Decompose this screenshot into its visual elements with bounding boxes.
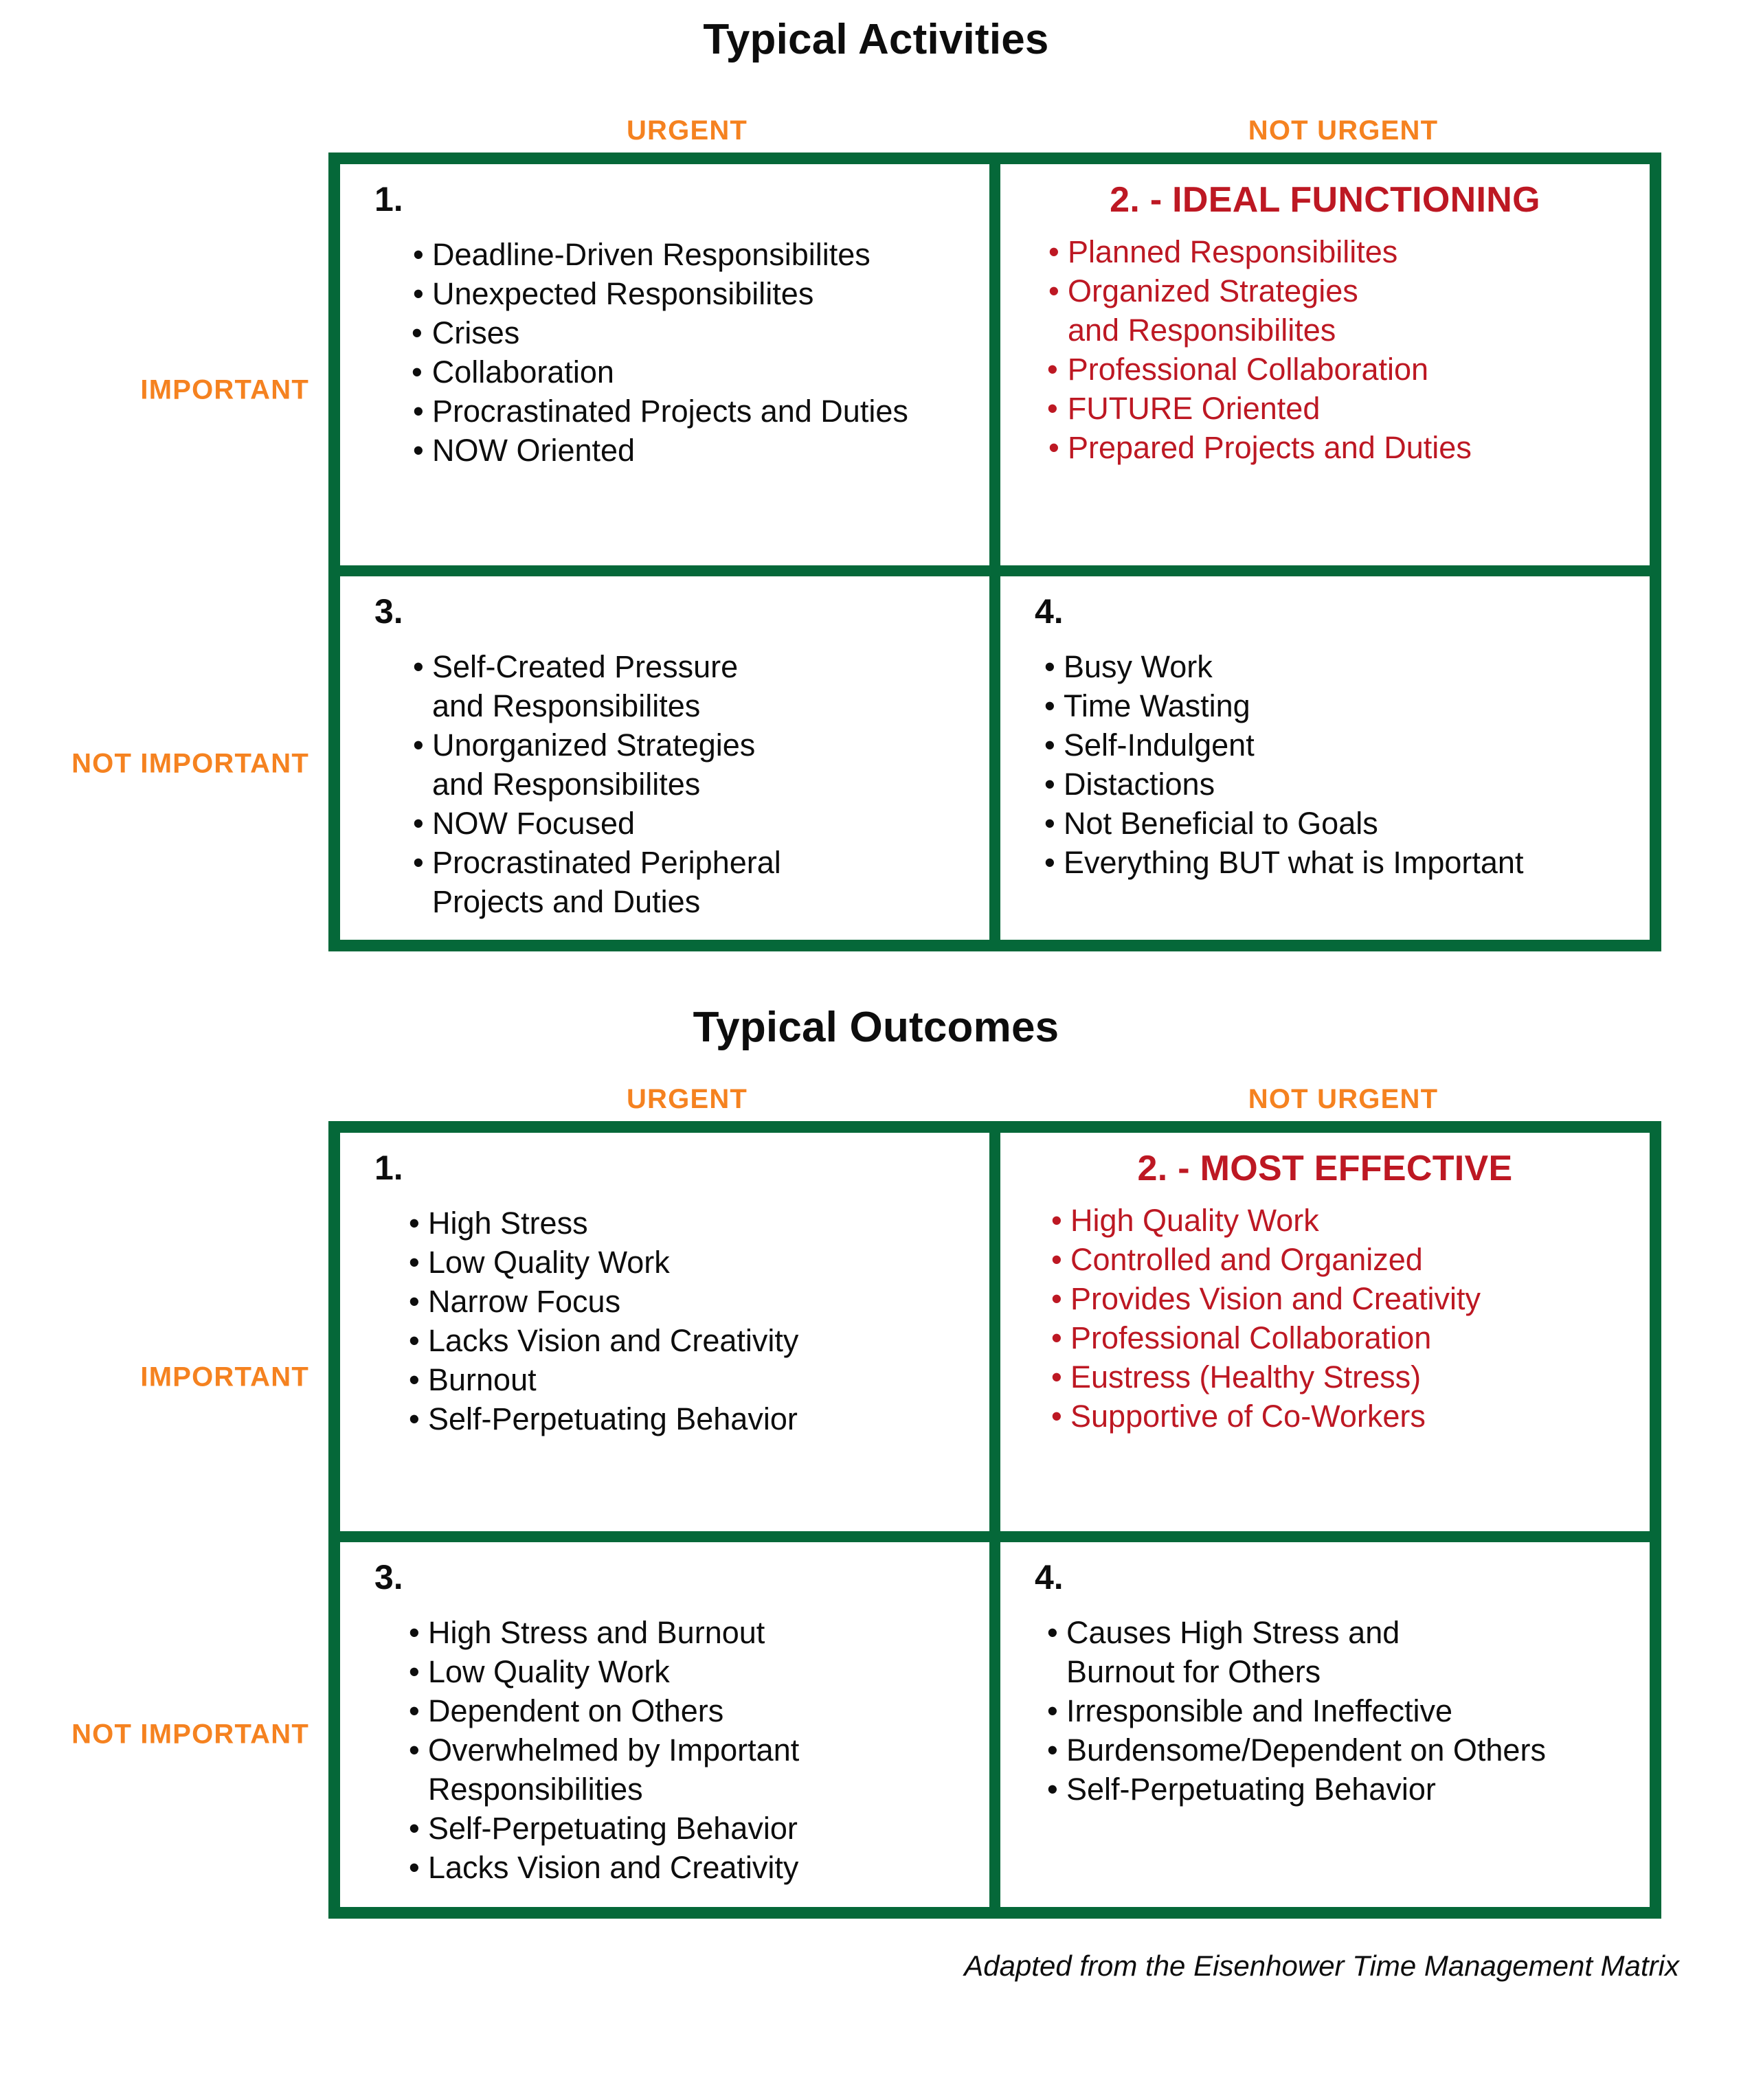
- quadrant-2-outcomes-list: High Quality Work Controlled and Organiz…: [1018, 1201, 1632, 1436]
- bullet-list: Causes High Stress and Burnout for Other…: [1046, 1614, 1632, 1809]
- list-item: Low Quality Work: [407, 1243, 972, 1283]
- list-item: High Stress: [407, 1204, 972, 1243]
- quadrant-1-outcomes-number: 1.: [374, 1149, 403, 1187]
- list-item: Self-Created Pressure and Responsibilite…: [412, 648, 972, 726]
- bullet-list: Self-Created Pressure and Responsibilite…: [412, 648, 972, 921]
- list-item: Low Quality Work: [407, 1653, 972, 1692]
- list-item: Professional Collaboration: [1050, 1319, 1632, 1358]
- list-item: Unexpected Responsibilites: [412, 275, 972, 314]
- column-header-not-urgent-outcomes: NOT URGENT: [1248, 1084, 1439, 1114]
- quadrant-2-activities-list: Planned Responsibilites Organized Strate…: [1018, 233, 1632, 468]
- quadrant-4-activities-number: 4.: [1035, 592, 1064, 631]
- quadrant-4-outcomes-number: 4.: [1035, 1558, 1064, 1596]
- list-item: High Quality Work: [1050, 1201, 1632, 1241]
- list-item-sub: • FUTURE Oriented: [1047, 389, 1632, 429]
- list-item-sub: • Professional Collaboration: [1047, 350, 1632, 389]
- quadrant-2-outcomes: 2. - MOST EFFECTIVE High Quality Work Co…: [995, 1133, 1650, 1537]
- list-item: Busy Work: [1043, 648, 1632, 687]
- list-item: Supportive of Co-Workers: [1050, 1397, 1632, 1436]
- row-header-not-important-activities: NOT IMPORTANT: [71, 748, 309, 779]
- list-item-label: Professional Collaboration: [1067, 351, 1429, 387]
- quadrant-3-outcomes-number: 3.: [374, 1558, 403, 1596]
- bullet-glyph: •: [1047, 390, 1058, 426]
- quadrant-2-outcomes-title: 2. - MOST EFFECTIVE: [1137, 1149, 1513, 1188]
- quadrant-3-activities-number: 3.: [374, 592, 403, 631]
- quadrant-1-activities-number: 1.: [374, 180, 403, 218]
- list-item: Dependent on Others: [407, 1692, 972, 1731]
- list-item: Causes High Stress and Burnout for Other…: [1046, 1614, 1632, 1692]
- quadrant-4-outcomes-list: Causes High Stress and Burnout for Other…: [1018, 1614, 1632, 1809]
- list-item: Not Beneficial to Goals: [1043, 804, 1632, 844]
- list-item: Lacks Vision and Creativity: [407, 1322, 972, 1361]
- column-header-urgent-outcomes: URGENT: [626, 1084, 748, 1114]
- column-header-not-urgent-activities: NOT URGENT: [1248, 115, 1439, 146]
- bullet-glyph: •: [1047, 351, 1058, 387]
- bullet-list: Busy Work Time Wasting Self-Indulgent Di…: [1043, 648, 1632, 883]
- row-header-important-outcomes: IMPORTANT: [140, 1362, 309, 1392]
- list-item: Self-Indulgent: [1043, 726, 1632, 765]
- bullet-glyph: •: [412, 354, 423, 389]
- list-item: Organized Strategies and Responsibilites: [1047, 272, 1632, 350]
- bullet-list: Deadline-Driven Responsibilites Unexpect…: [412, 236, 972, 471]
- list-item: Self-Perpetuating Behavior: [1046, 1770, 1632, 1809]
- list-item: Everything BUT what is Important: [1043, 844, 1632, 883]
- quadrant-1-outcomes-list: High Stress Low Quality Work Narrow Focu…: [358, 1204, 972, 1439]
- list-item: Self-Perpetuating Behavior: [407, 1400, 972, 1439]
- quadrant-1-activities: 1. Deadline-Driven Responsibilites Unexp…: [340, 164, 995, 571]
- list-item: Eustress (Healthy Stress): [1050, 1358, 1632, 1397]
- list-item: Controlled and Organized: [1050, 1241, 1632, 1280]
- list-item: Narrow Focus: [407, 1283, 972, 1322]
- list-item-label: Collaboration: [431, 354, 614, 389]
- list-item-label: Crises: [431, 315, 520, 350]
- quadrant-3-activities: 3. Self-Created Pressure and Responsibil…: [340, 571, 995, 940]
- section-title-activities: Typical Activities: [703, 16, 1049, 63]
- list-item: Prepared Projects and Duties: [1047, 429, 1632, 468]
- list-item: NOW Oriented: [412, 431, 972, 471]
- quadrant-3-activities-list: Self-Created Pressure and Responsibilite…: [358, 648, 972, 921]
- list-item: Self-Perpetuating Behavior: [407, 1809, 972, 1849]
- list-item: Provides Vision and Creativity: [1050, 1280, 1632, 1319]
- bullet-list: High Stress Low Quality Work Narrow Focu…: [407, 1204, 972, 1439]
- column-header-urgent-activities: URGENT: [626, 115, 748, 146]
- list-item: Procrastinated Peripheral Projects and D…: [412, 844, 972, 922]
- bullet-list: Planned Responsibilites Organized Strate…: [1047, 233, 1632, 468]
- bullet-list: High Quality Work Controlled and Organiz…: [1050, 1201, 1632, 1436]
- list-item: Irresponsible and Ineffective: [1046, 1692, 1632, 1731]
- matrix-outcomes: 1. High Stress Low Quality Work Narrow F…: [328, 1121, 1661, 1919]
- list-item: Burdensome/Dependent on Others: [1046, 1731, 1632, 1770]
- bullet-glyph: •: [412, 315, 423, 350]
- list-item: Deadline-Driven Responsibilites: [412, 236, 972, 275]
- quadrant-3-outcomes-list: High Stress and Burnout Low Quality Work…: [358, 1614, 972, 1887]
- list-item-label: FUTURE Oriented: [1067, 390, 1321, 426]
- list-item: Planned Responsibilites: [1047, 233, 1632, 272]
- row-header-important-activities: IMPORTANT: [140, 374, 309, 405]
- list-item-sub: • Collaboration: [412, 353, 972, 392]
- list-item: Distactions: [1043, 765, 1632, 804]
- quadrant-2-activities-title: 2. - IDEAL FUNCTIONING: [1110, 180, 1540, 220]
- quadrant-4-outcomes: 4. Causes High Stress and Burnout for Ot…: [995, 1537, 1650, 1907]
- quadrant-2-activities: 2. - IDEAL FUNCTIONING Planned Responsib…: [995, 164, 1650, 571]
- list-item: Lacks Vision and Creativity: [407, 1849, 972, 1888]
- list-item: High Stress and Burnout: [407, 1614, 972, 1653]
- quadrant-3-outcomes: 3. High Stress and Burnout Low Quality W…: [340, 1537, 995, 1907]
- list-item: Unorganized Strategies and Responsibilit…: [412, 726, 972, 804]
- quadrant-1-outcomes: 1. High Stress Low Quality Work Narrow F…: [340, 1133, 995, 1537]
- list-item: Overwhelmed by Important Responsibilitie…: [407, 1731, 972, 1809]
- list-item: Time Wasting: [1043, 687, 1632, 726]
- list-item: Burnout: [407, 1361, 972, 1400]
- footer-attribution: Adapted from the Eisenhower Time Managem…: [964, 1950, 1679, 1982]
- row-header-not-important-outcomes: NOT IMPORTANT: [71, 1719, 309, 1750]
- quadrant-4-activities: 4. Busy Work Time Wasting Self-Indulgent…: [995, 571, 1650, 940]
- time-management-matrix-page: Typical Activities URGENT NOT URGENT IMP…: [0, 0, 1752, 2100]
- list-item-sub: • Crises: [412, 314, 972, 353]
- matrix-activities: 1. Deadline-Driven Responsibilites Unexp…: [328, 153, 1661, 951]
- quadrant-4-activities-list: Busy Work Time Wasting Self-Indulgent Di…: [1018, 648, 1632, 883]
- list-item: Procrastinated Projects and Duties: [412, 392, 972, 431]
- quadrant-1-activities-list: Deadline-Driven Responsibilites Unexpect…: [358, 236, 972, 471]
- list-item: NOW Focused: [412, 804, 972, 844]
- section-title-outcomes: Typical Outcomes: [693, 1004, 1059, 1051]
- bullet-list: High Stress and Burnout Low Quality Work…: [407, 1614, 972, 1887]
